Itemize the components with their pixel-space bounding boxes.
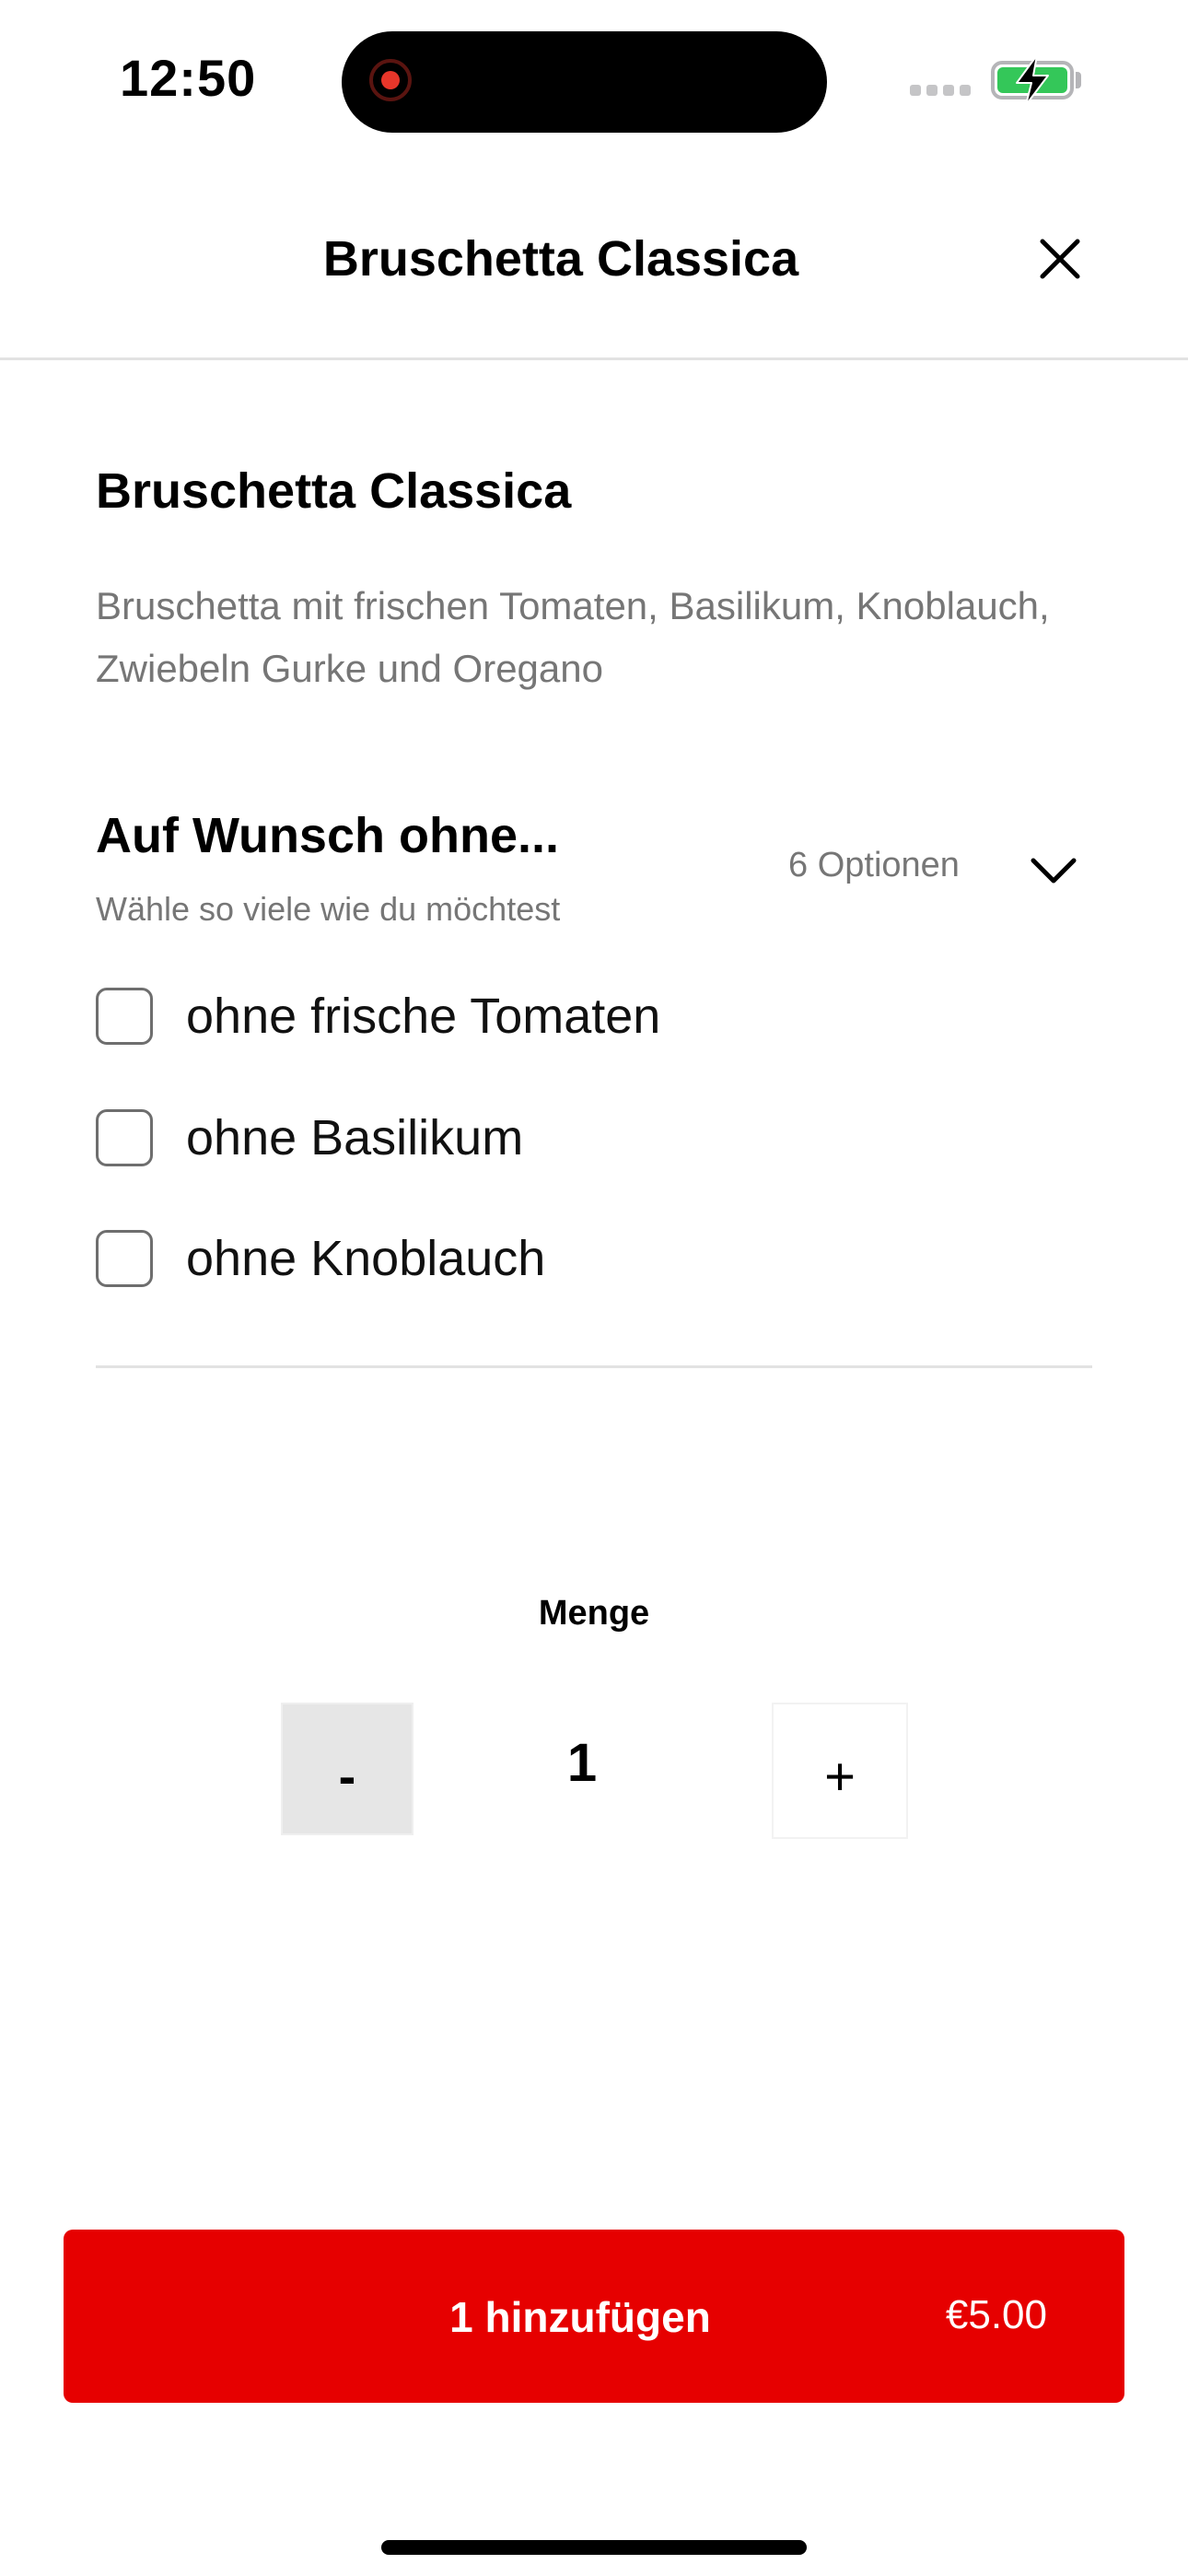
product-title: Bruschetta Classica	[96, 463, 572, 519]
add-to-cart-button[interactable]: 1 hinzufügen €5.00	[64, 2230, 1124, 2403]
battery-tip	[1076, 72, 1081, 88]
option-row-basilikum[interactable]: ohne Basilikum	[96, 1107, 523, 1168]
quantity-value: 1	[566, 1733, 598, 1793]
option-label: ohne frische Tomaten	[186, 989, 661, 1044]
chevron-down-icon[interactable]	[1028, 851, 1079, 888]
options-count: 6 Optionen	[788, 846, 960, 884]
add-to-cart-label: 1 hinzufügen	[449, 2293, 711, 2341]
cellular-signal-icon	[910, 85, 971, 96]
option-label: ohne Knoblauch	[186, 1231, 546, 1286]
option-checkbox[interactable]	[96, 1109, 153, 1166]
dynamic-island	[342, 31, 827, 133]
option-checkbox[interactable]	[96, 988, 153, 1045]
options-section-subtitle: Wähle so viele wie du möchtest	[96, 890, 561, 928]
close-icon	[1040, 239, 1080, 279]
header-divider	[0, 357, 1188, 360]
options-divider	[96, 1365, 1092, 1368]
option-checkbox[interactable]	[96, 1230, 153, 1287]
product-description: Bruschetta mit frischen Tomaten, Basilik…	[96, 584, 1050, 690]
option-label: ohne Basilikum	[186, 1110, 524, 1165]
home-indicator[interactable]	[381, 2540, 807, 2555]
add-to-cart-price: €5.00	[945, 2292, 1047, 2337]
recording-indicator-icon	[369, 59, 412, 101]
options-section-title: Auf Wunsch ohne...	[96, 808, 559, 863]
quantity-label: Menge	[538, 1594, 650, 1633]
quantity-increment-button[interactable]: +	[772, 1703, 908, 1839]
screen: 12:50 Bruschetta Classica Bruschetta Cla…	[0, 0, 1188, 2576]
option-row-knoblauch[interactable]: ohne Knoblauch	[96, 1228, 545, 1289]
charging-bolt-icon	[1016, 54, 1049, 106]
header-title: Bruschetta Classica	[322, 231, 799, 287]
option-row-tomaten[interactable]: ohne frische Tomaten	[96, 986, 660, 1047]
status-time: 12:50	[120, 49, 257, 107]
close-button[interactable]	[1031, 230, 1089, 287]
quantity-decrement-button[interactable]: -	[281, 1703, 413, 1835]
